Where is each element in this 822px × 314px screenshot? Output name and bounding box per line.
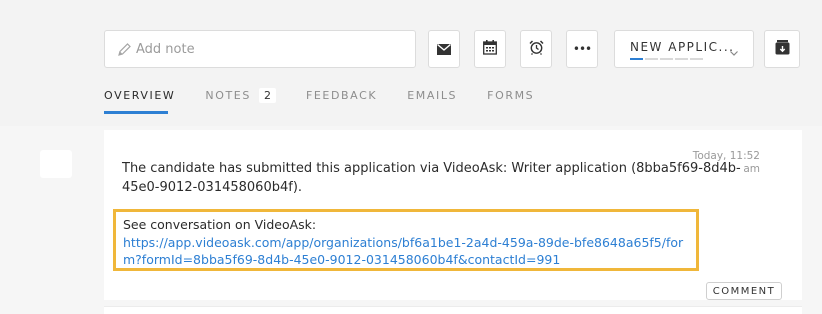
notes-count-badge: 2 — [258, 88, 276, 103]
schedule-button[interactable] — [474, 30, 506, 68]
reminder-button[interactable] — [520, 30, 552, 68]
tab-notes[interactable]: NOTES 2 — [205, 88, 276, 103]
envelope-icon — [437, 40, 451, 59]
comment-button[interactable]: COMMENT — [706, 282, 782, 300]
add-note-placeholder: Add note — [136, 41, 195, 57]
tab-forms[interactable]: FORMS — [487, 89, 534, 102]
stage-select[interactable]: NEW APPLIC... — [614, 30, 754, 68]
tab-overview[interactable]: OVERVIEW — [104, 89, 175, 102]
archive-box-icon — [775, 39, 790, 59]
calendar-icon — [483, 39, 497, 59]
more-options-button[interactable]: ••• — [566, 30, 598, 68]
conversation-link[interactable]: https://app.videoask.com/app/organizatio… — [123, 234, 693, 268]
stage-progress — [630, 58, 703, 60]
pencil-icon — [117, 42, 132, 57]
add-note-input[interactable]: Add note — [104, 30, 416, 68]
next-card-edge — [104, 306, 802, 314]
alarm-clock-icon — [528, 39, 544, 59]
activity-message: The candidate has submitted this applica… — [122, 161, 741, 195]
more-icon: ••• — [572, 42, 592, 56]
tab-emails[interactable]: EMAILS — [407, 89, 457, 102]
profile-tabs: OVERVIEW NOTES 2 FEEDBACK EMAILS FORMS — [104, 88, 564, 103]
stage-label: NEW APPLIC... — [630, 40, 735, 54]
timeline-marker — [40, 150, 72, 178]
tab-feedback[interactable]: FEEDBACK — [306, 89, 377, 102]
archive-button[interactable] — [764, 30, 800, 68]
conversation-label: See conversation on VideoAsk: — [123, 217, 317, 232]
active-tab-indicator — [104, 111, 168, 114]
email-button[interactable] — [428, 30, 460, 68]
chevron-down-icon — [729, 43, 739, 62]
